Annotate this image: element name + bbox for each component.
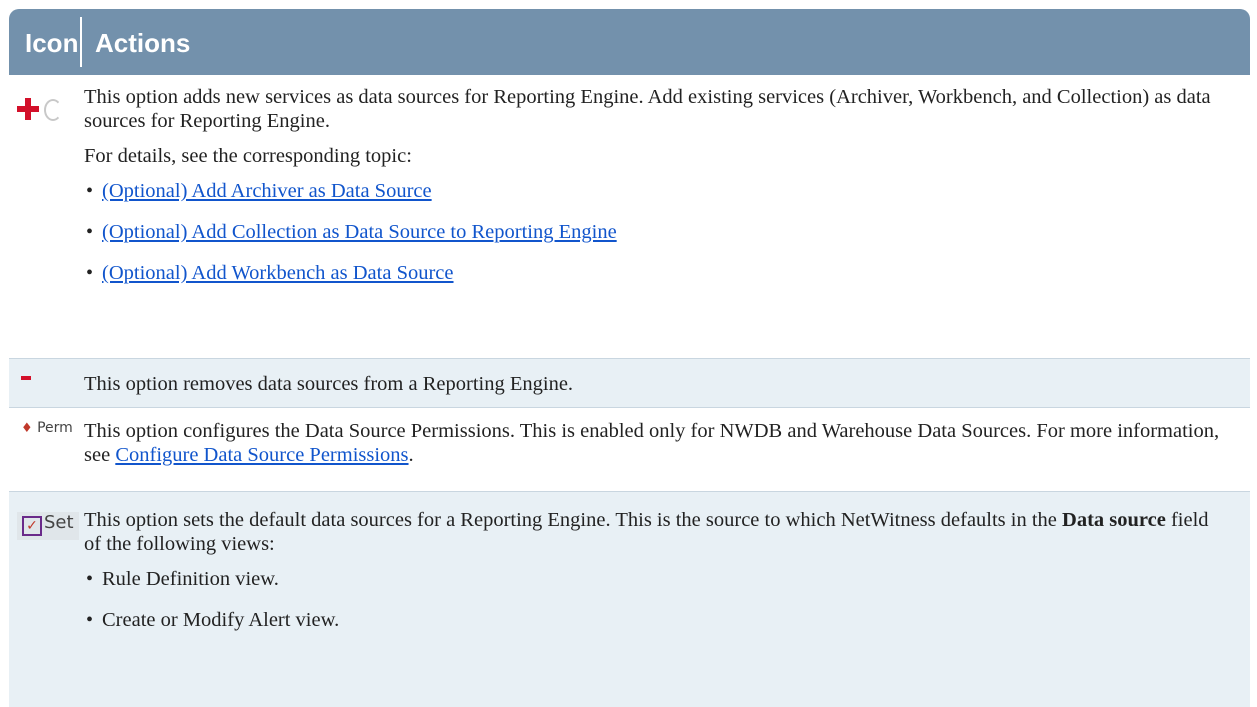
- link-configure-permissions[interactable]: Configure Data Source Permissions: [115, 444, 408, 466]
- list-item: (Optional) Add Collection as Data Source…: [84, 220, 1224, 244]
- set-default-label: Set: [44, 512, 74, 533]
- row-set-default-description: This option sets the default data source…: [84, 508, 1224, 649]
- data-source-field-name: Data source: [1062, 509, 1166, 531]
- row-permissions-text-end: .: [408, 444, 414, 466]
- link-add-collection[interactable]: (Optional) Add Collection as Data Source…: [102, 221, 617, 243]
- permissions-label: Perm: [37, 420, 73, 436]
- header-divider: [80, 17, 82, 67]
- row-add-paragraph: This option adds new services as data so…: [84, 86, 1211, 132]
- row-add-description: This option adds new services as data so…: [84, 85, 1224, 302]
- permissions-icon: ♦: [21, 421, 33, 436]
- table-row-add: This option adds new services as data so…: [9, 75, 1250, 358]
- link-add-workbench[interactable]: (Optional) Add Workbench as Data Source: [102, 262, 454, 284]
- table-row-permissions: ♦ Perm This option configures the Data S…: [9, 407, 1250, 491]
- header-actions-column: Actions: [95, 28, 191, 58]
- topic-link-list: (Optional) Add Archiver as Data Source (…: [84, 179, 1224, 285]
- header-icon-column: Icon: [25, 28, 79, 58]
- add-plus-icon[interactable]: [16, 97, 66, 123]
- table-row-remove: This option removes data sources from a …: [9, 358, 1250, 407]
- list-item: (Optional) Add Workbench as Data Source: [84, 261, 1224, 285]
- remove-minus-icon[interactable]: [21, 371, 35, 385]
- table-header: Icon Actions: [9, 9, 1250, 75]
- row-set-default-text: This option sets the default data source…: [84, 509, 1063, 531]
- row-add-paragraph: For details, see the corresponding topic…: [84, 145, 412, 167]
- row-permissions-description: This option configures the Data Source P…: [84, 419, 1224, 467]
- link-add-archiver[interactable]: (Optional) Add Archiver as Data Source: [102, 180, 432, 202]
- set-default-checkbox-icon: ✓: [22, 516, 42, 536]
- list-item: Rule Definition view.: [84, 567, 1224, 591]
- table-row-set-default: ✓ Set This option sets the default data s…: [9, 491, 1250, 707]
- set-default-button[interactable]: ✓ Set: [17, 512, 79, 540]
- views-list: Rule Definition view. Create or Modify A…: [84, 567, 1224, 632]
- list-item: Create or Modify Alert view.: [84, 608, 1224, 632]
- actions-table: Icon Actions This option adds new servic…: [9, 9, 1250, 707]
- list-item: (Optional) Add Archiver as Data Source: [84, 179, 1224, 203]
- row-remove-description: This option removes data sources from a …: [84, 373, 574, 395]
- permissions-button[interactable]: ♦ Perm: [21, 420, 79, 442]
